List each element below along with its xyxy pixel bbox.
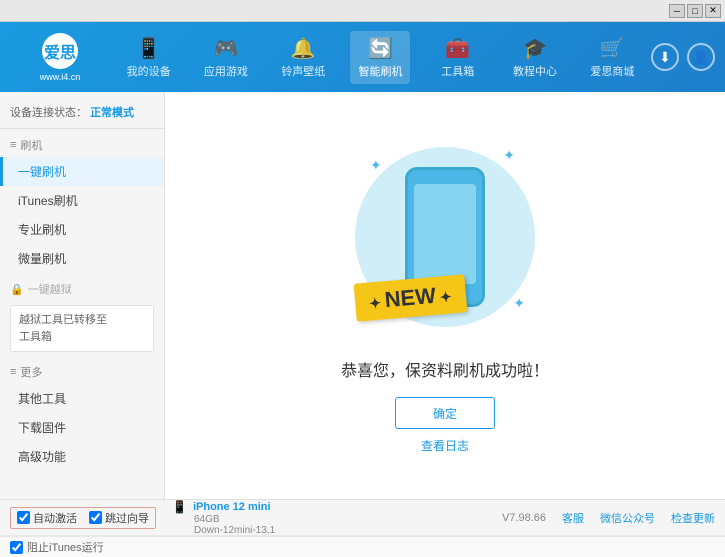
sidebar-item-pro[interactable]: 专业刷机 (0, 215, 164, 244)
nav-ringtone[interactable]: 🔔 铃声壁纸 (273, 31, 333, 84)
nav-shop[interactable]: 🛒 爱思商城 (582, 31, 642, 84)
sidebar-item-advanced[interactable]: 高级功能 (0, 442, 164, 471)
itunes-checkbox[interactable] (10, 541, 23, 554)
header-right: ⬇ 👤 (651, 43, 715, 71)
skip-wizard-checkbox[interactable]: 跳过向导 (89, 510, 149, 526)
wechat-link[interactable]: 微信公众号 (600, 510, 655, 526)
tutorial-icon: 🎓 (523, 36, 548, 61)
device-name: iPhone 12 mini (193, 501, 271, 513)
download-button[interactable]: ⬇ (651, 43, 679, 71)
nav-tutorial[interactable]: 🎓 教程中心 (505, 31, 565, 84)
connection-status: 设备连接状态： 正常模式 (0, 100, 164, 129)
success-message: 恭喜您，保资料刷机成功啦！ (341, 357, 549, 381)
skip-wizard-label: 跳过向导 (105, 510, 149, 526)
sidebar-item-firmware[interactable]: 下载固件 (0, 413, 164, 442)
sparkle-icon-3: ✦ (513, 295, 525, 312)
nav-ringtone-label: 铃声壁纸 (281, 63, 325, 79)
nav-mydevice[interactable]: 📱 我的设备 (119, 31, 179, 84)
nav-mydevice-label: 我的设备 (127, 63, 171, 79)
nav-tutorial-label: 教程中心 (513, 63, 557, 79)
appgame-icon: 🎮 (213, 36, 238, 61)
logo-icon: 爱思 (42, 33, 78, 69)
sidebar-item-itunes[interactable]: iTunes刷机 (0, 186, 164, 215)
device-firmware: Down-12mini-13,1 (194, 525, 275, 536)
tools-icon: 🧰 (445, 36, 470, 61)
service-link[interactable]: 客服 (562, 510, 584, 526)
auto-activate-checkbox[interactable]: 自动激活 (17, 510, 77, 526)
nav-bar: 📱 我的设备 🎮 应用游戏 🔔 铃声壁纸 🔄 智能刷机 🧰 工具箱 🎓 教程中心… (110, 31, 651, 84)
itunes-label: 阻止iTunes运行 (27, 539, 104, 555)
logo-text: 爱思 (44, 39, 76, 63)
maximize-button[interactable]: □ (687, 4, 703, 18)
mydevice-icon: 📱 (136, 36, 161, 61)
jailbreak-section-title: 🔒 一键越狱 (0, 277, 164, 301)
ringtone-icon: 🔔 (291, 36, 316, 61)
sidebar-item-other[interactable]: 其他工具 (0, 384, 164, 413)
nav-appgame[interactable]: 🎮 应用游戏 (196, 31, 256, 84)
minimize-button[interactable]: ─ (669, 4, 685, 18)
update-link[interactable]: 检查更新 (671, 510, 715, 526)
sidebar: 设备连接状态： 正常模式 ≡ 刷机 一键刷机 iTunes刷机 专业刷机 微量刷… (0, 92, 165, 499)
titlebar: ─ □ ✕ (0, 0, 725, 22)
sparkle-icon-2: ✦ (503, 147, 515, 164)
content-area: ✦ ✦ ✦ NEW 恭喜您，保资料刷机成功啦！ 确定 查看日志 (165, 92, 725, 499)
phone-screen (414, 184, 476, 284)
bottom-right: V7.98.66 客服 微信公众号 检查更新 (502, 510, 715, 526)
itunes-bar: 阻止iTunes运行 (0, 536, 725, 557)
device-phone-icon: 📱 (172, 500, 187, 514)
jailbreak-note: 越狱工具已转移至 工具箱 (10, 305, 154, 352)
nav-shop-label: 爱思商城 (590, 63, 634, 79)
sidebar-item-micro[interactable]: 微量刷机 (0, 244, 164, 273)
device-info-area: 📱 iPhone 12 mini 64GB Down-12mini-13,1 (172, 500, 275, 536)
sidebar-item-onekey[interactable]: 一键刷机 (0, 157, 164, 186)
version-label: V7.98.66 (502, 512, 546, 524)
nav-smartflash-label: 智能刷机 (358, 63, 402, 79)
auto-activate-label: 自动激活 (33, 510, 77, 526)
shop-icon: 🛒 (600, 36, 625, 61)
logo-subtext: www.i4.cn (40, 72, 81, 82)
more-section-title: ≡ 更多 (0, 360, 164, 384)
flash-section-title: ≡ 刷机 (0, 133, 164, 157)
user-button[interactable]: 👤 (687, 43, 715, 71)
skip-wizard-input[interactable] (89, 511, 102, 524)
logo-area: 爱思 www.i4.cn (10, 33, 110, 82)
status-value: 正常模式 (90, 107, 134, 119)
close-button[interactable]: ✕ (705, 4, 721, 18)
smartflash-icon: 🔄 (368, 36, 393, 61)
header: 爱思 www.i4.cn 📱 我的设备 🎮 应用游戏 🔔 铃声壁纸 🔄 智能刷机… (0, 22, 725, 92)
main-area: 设备连接状态： 正常模式 ≡ 刷机 一键刷机 iTunes刷机 专业刷机 微量刷… (0, 92, 725, 499)
nav-tools-label: 工具箱 (441, 63, 474, 79)
nav-tools[interactable]: 🧰 工具箱 (428, 31, 488, 84)
confirm-button[interactable]: 确定 (395, 397, 495, 429)
nav-smartflash[interactable]: 🔄 智能刷机 (350, 31, 410, 84)
sparkle-icon-1: ✦ (370, 157, 382, 174)
phone-illustration: ✦ ✦ ✦ NEW (345, 137, 545, 337)
status-label: 设备连接状态： (10, 107, 87, 119)
nav-appgame-label: 应用游戏 (204, 63, 248, 79)
view-log-link[interactable]: 查看日志 (421, 437, 469, 454)
auto-activate-input[interactable] (17, 511, 30, 524)
